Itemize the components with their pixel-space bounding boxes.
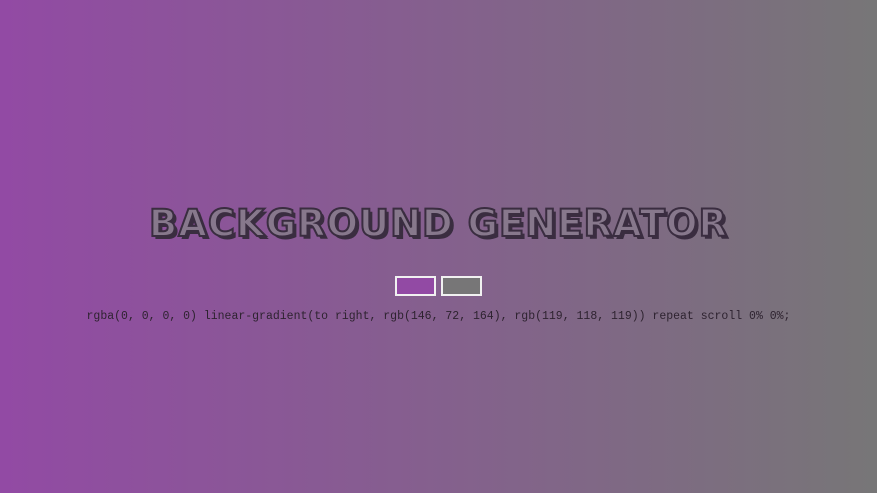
css-output-text: rgba(0, 0, 0, 0) linear-gradient(to righ… (86, 310, 791, 323)
color-picker-2[interactable] (441, 276, 482, 296)
page-title: BACKGROUND GENERATOR (148, 201, 728, 246)
color-pickers (0, 276, 877, 296)
background-generator-app: BACKGROUND GENERATOR rgba(0, 0, 0, 0) li… (0, 0, 877, 493)
color-picker-1[interactable] (395, 276, 436, 296)
